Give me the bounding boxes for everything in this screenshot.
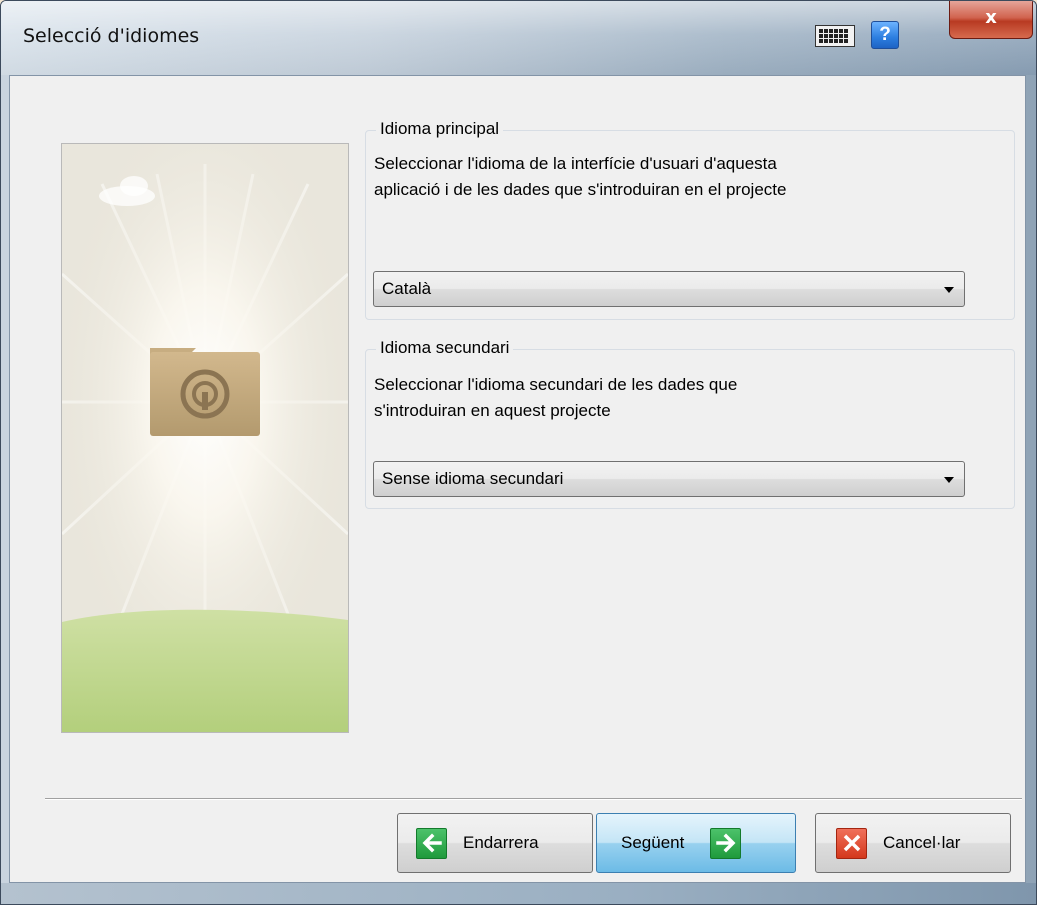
window-frame-bottom [1, 883, 1036, 904]
arrow-left-icon [416, 827, 447, 859]
secondary-description-line-2: s'introduiran en aquest projecte [374, 401, 611, 420]
primary-language-title: Idioma principal [376, 119, 504, 139]
primary-language-value: Català [382, 279, 432, 298]
cancel-button[interactable]: Cancel·lar [815, 813, 1011, 873]
help-icon[interactable]: ? [871, 21, 899, 49]
wizard-illustration [61, 143, 349, 733]
cancel-button-label: Cancel·lar [883, 833, 961, 852]
primary-language-select[interactable]: Català [373, 271, 965, 307]
dialog-body: Idioma principal Seleccionar l'idioma de… [9, 75, 1026, 883]
primary-description-line-2: aplicació i de les dades que s'introduir… [374, 180, 787, 199]
secondary-language-select[interactable]: Sense idioma secundari [373, 461, 965, 497]
secondary-language-value: Sense idioma secundari [382, 469, 564, 488]
secondary-description-line-1: Seleccionar l'idioma secundari de les da… [374, 375, 738, 394]
next-button-label: Següent [621, 833, 685, 852]
keyboard-icon[interactable] [815, 25, 855, 47]
title-bar[interactable]: Selecció d'idiomes ? x [1, 1, 1036, 75]
back-button-label: Endarrera [463, 833, 539, 852]
close-button[interactable]: x [949, 1, 1033, 39]
primary-language-description: Seleccionar l'idioma de la interfície d'… [374, 151, 974, 203]
back-button[interactable]: Endarrera [397, 813, 593, 873]
chevron-down-icon [944, 477, 954, 483]
window-title: Selecció d'idiomes [23, 25, 200, 47]
primary-description-line-1: Seleccionar l'idioma de la interfície d'… [374, 154, 777, 173]
arrow-right-icon [710, 827, 742, 859]
footer-separator [45, 798, 1022, 800]
x-cross-icon [836, 827, 867, 859]
secondary-language-group: Idioma secundari Seleccionar l'idioma se… [365, 338, 1015, 509]
chevron-down-icon [944, 287, 954, 293]
secondary-language-title: Idioma secundari [376, 338, 514, 358]
next-button[interactable]: Següent [596, 813, 796, 873]
secondary-language-description: Seleccionar l'idioma secundari de les da… [374, 372, 974, 424]
dialog-window: Selecció d'idiomes ? x Idioma principal … [0, 0, 1037, 905]
primary-language-group: Idioma principal Seleccionar l'idioma de… [365, 119, 1015, 320]
